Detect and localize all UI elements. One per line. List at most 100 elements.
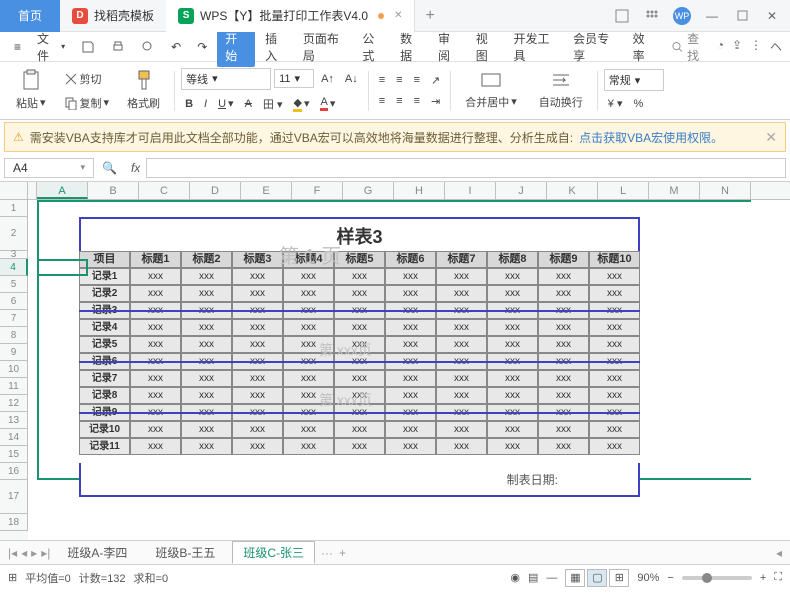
menu-dev-tools[interactable]: 开发工具: [508, 27, 564, 67]
auto-wrap-button[interactable]: 自动换行: [531, 70, 591, 112]
data-cell[interactable]: xxx: [589, 421, 640, 438]
data-cell[interactable]: xxx: [538, 268, 589, 285]
data-cell[interactable]: xxx: [487, 268, 538, 285]
data-cell[interactable]: xxx: [181, 438, 232, 455]
sheet-nav-prev-icon[interactable]: ◂: [21, 546, 27, 560]
paste-group[interactable]: 粘贴 ▾: [8, 69, 54, 113]
row-header[interactable]: 18: [0, 514, 28, 531]
close-icon[interactable]: ✕: [394, 10, 402, 21]
align-top-icon[interactable]: ≡: [375, 72, 389, 88]
data-cell[interactable]: xxx: [130, 285, 181, 302]
new-tab-button[interactable]: +: [415, 7, 444, 25]
preview-icon[interactable]: [135, 37, 161, 57]
data-cell[interactable]: xxx: [385, 387, 436, 404]
data-cell[interactable]: xxx: [436, 285, 487, 302]
undo-icon[interactable]: ↶: [165, 37, 187, 57]
data-cell[interactable]: xxx: [385, 319, 436, 336]
cell-area[interactable]: 样表3 第 1 页 项目标题1标题2标题3标题4标题5标题6标题7标题8标题9标…: [28, 200, 790, 540]
data-cell[interactable]: xxx: [589, 370, 640, 387]
data-cell[interactable]: xxx: [283, 336, 334, 353]
data-cell[interactable]: xxx: [283, 319, 334, 336]
menu-file[interactable]: 文件 ▾: [31, 27, 71, 67]
col-header[interactable]: E: [241, 182, 292, 199]
fx-search-icon[interactable]: 🔍: [94, 161, 125, 175]
data-cell[interactable]: xxx: [181, 370, 232, 387]
sheet-nav-first-icon[interactable]: |◂: [8, 546, 17, 560]
data-cell[interactable]: xxx: [436, 421, 487, 438]
zoom-in-button[interactable]: +: [760, 572, 766, 584]
options-icon[interactable]: ⊞: [8, 571, 17, 584]
data-cell[interactable]: xxx: [538, 421, 589, 438]
align-middle-icon[interactable]: ≡: [392, 72, 406, 88]
col-header[interactable]: B: [88, 182, 139, 199]
data-cell[interactable]: xxx: [385, 438, 436, 455]
data-cell[interactable]: xxx: [130, 336, 181, 353]
data-cell[interactable]: xxx: [385, 336, 436, 353]
col-header[interactable]: M: [649, 182, 700, 199]
tab-templates[interactable]: D 找稻壳模板: [60, 0, 166, 32]
minimize-button[interactable]: —: [698, 2, 726, 30]
data-cell[interactable]: xxx: [232, 421, 283, 438]
row-header[interactable]: 10: [0, 361, 28, 378]
view-page-button[interactable]: ▢: [587, 569, 607, 587]
data-cell[interactable]: xxx: [334, 336, 385, 353]
fill-color-button[interactable]: ◆ ▾: [289, 94, 313, 114]
close-window-button[interactable]: ✕: [758, 2, 786, 30]
sheet-tab-active[interactable]: 班级C-张三: [232, 541, 315, 564]
merge-center-button[interactable]: 合并居中 ▾: [457, 70, 525, 112]
collapse-ribbon-icon[interactable]: ヘ: [770, 38, 782, 55]
format-painter-group[interactable]: 格式刷: [119, 69, 168, 113]
row-header[interactable]: 12: [0, 395, 28, 412]
table-header-cell[interactable]: 标题10: [589, 251, 640, 268]
data-cell[interactable]: xxx: [130, 370, 181, 387]
bold-button[interactable]: B: [181, 96, 197, 112]
maximize-button[interactable]: [728, 2, 756, 30]
data-cell[interactable]: xxx: [232, 336, 283, 353]
data-cell[interactable]: xxx: [589, 387, 640, 404]
data-cell[interactable]: xxx: [130, 421, 181, 438]
data-cell[interactable]: xxx: [181, 421, 232, 438]
col-header[interactable]: F: [292, 182, 343, 199]
table-header-cell[interactable]: 标题8: [487, 251, 538, 268]
decrease-font-icon[interactable]: A↓: [341, 71, 362, 87]
data-cell[interactable]: xxx: [181, 319, 232, 336]
data-cell[interactable]: xxx: [589, 319, 640, 336]
data-cell[interactable]: xxx: [130, 319, 181, 336]
number-format-select[interactable]: 常规▾: [604, 69, 664, 91]
row-header[interactable]: 8: [0, 327, 28, 344]
menu-insert[interactable]: 插入: [259, 27, 293, 67]
menu-formula[interactable]: 公式: [356, 27, 390, 67]
data-cell[interactable]: xxx: [232, 319, 283, 336]
sheet-title[interactable]: 样表3: [79, 217, 640, 251]
sheet-tabs-more[interactable]: ···: [321, 546, 333, 560]
row-header[interactable]: 3: [0, 251, 28, 259]
row-header[interactable]: 9: [0, 344, 28, 361]
vba-permission-link[interactable]: 点击获取VBA宏使用权限。: [579, 129, 723, 146]
data-cell[interactable]: xxx: [385, 285, 436, 302]
col-header[interactable]: N: [700, 182, 751, 199]
col-header[interactable]: H: [394, 182, 445, 199]
align-center-icon[interactable]: ≡: [392, 93, 406, 109]
data-cell[interactable]: xxx: [436, 319, 487, 336]
row-header[interactable]: 5: [0, 276, 28, 293]
row-header[interactable]: 14: [0, 429, 28, 446]
data-cell[interactable]: xxx: [538, 370, 589, 387]
align-right-icon[interactable]: ≡: [410, 93, 424, 109]
data-cell[interactable]: xxx: [436, 268, 487, 285]
row-header[interactable]: 1: [0, 200, 28, 217]
link-icon[interactable]: —: [546, 572, 557, 584]
font-family-select[interactable]: 等线▾: [181, 68, 271, 90]
strikethrough-button[interactable]: A: [241, 96, 256, 112]
data-cell[interactable]: xxx: [334, 319, 385, 336]
data-cell[interactable]: xxx: [283, 421, 334, 438]
data-cell[interactable]: xxx: [436, 387, 487, 404]
col-header[interactable]: A: [37, 182, 88, 199]
footer-date-label[interactable]: 制表日期:: [79, 463, 640, 497]
row-header[interactable]: 6: [0, 293, 28, 310]
fullscreen-icon[interactable]: ⛶: [774, 571, 782, 584]
data-cell[interactable]: xxx: [130, 268, 181, 285]
menu-start[interactable]: 开始: [217, 27, 255, 67]
cut-button[interactable]: 剪切: [60, 69, 114, 89]
align-left-icon[interactable]: ≡: [375, 93, 389, 109]
data-cell[interactable]: xxx: [181, 285, 232, 302]
